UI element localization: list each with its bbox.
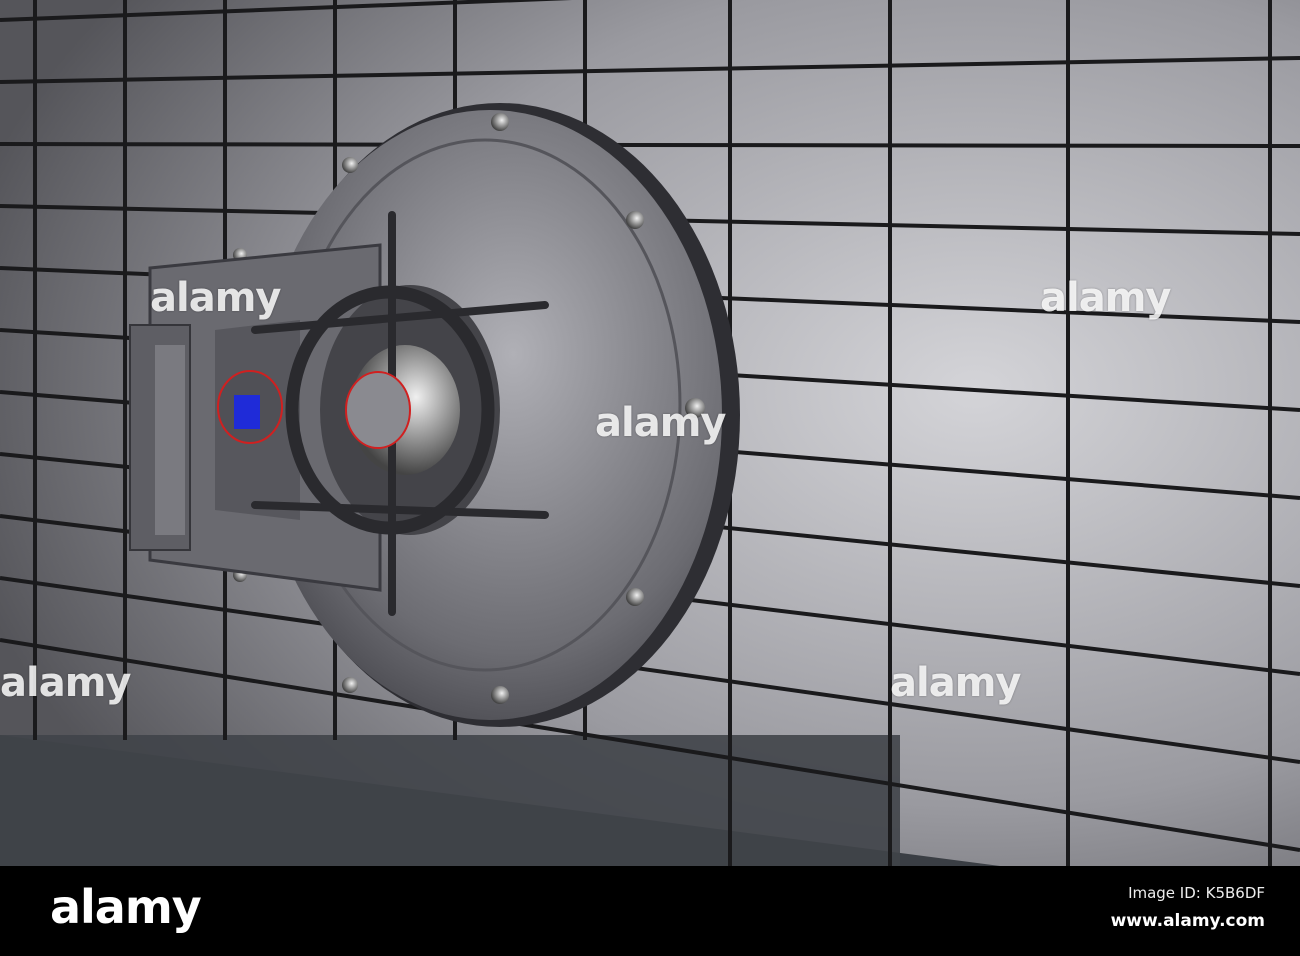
watermark: alamy (595, 400, 726, 446)
image-id: Image ID: K5B6DF (1128, 884, 1265, 902)
watermark: alamy (0, 660, 131, 706)
watermark: alamy (890, 660, 1021, 706)
alamy-logo: alamy (50, 880, 202, 934)
footer-bar: alamy Image ID: K5B6DF www.alamy.com (0, 866, 1300, 956)
watermark: alamy (150, 275, 281, 321)
biometric-scanner (217, 370, 283, 444)
watermark: alamy (1040, 275, 1171, 321)
website-link[interactable]: www.alamy.com (1111, 911, 1265, 931)
